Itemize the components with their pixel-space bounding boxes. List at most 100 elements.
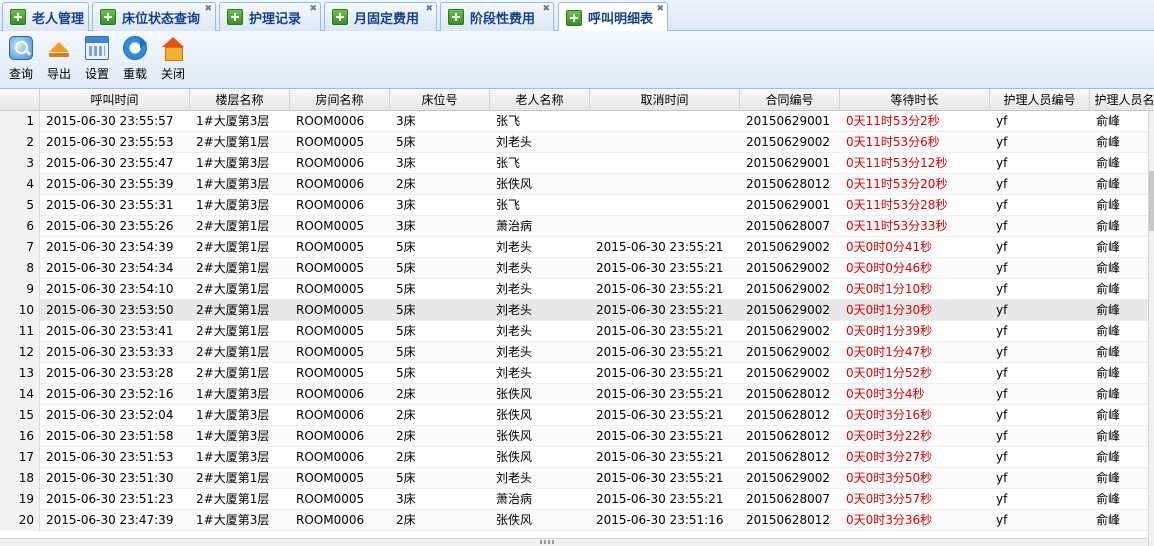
cell-nurse-id: yf xyxy=(996,387,1008,401)
add-icon xyxy=(448,9,464,25)
tab-label: 阶段性费用 xyxy=(470,11,536,27)
cell-room-name: ROOM0005 xyxy=(296,366,365,380)
header-call-time[interactable]: 呼叫时间 xyxy=(40,89,190,111)
cell-contract-number: 20150628012 xyxy=(746,387,830,401)
header-nurse-name[interactable]: 护理人员名 xyxy=(1090,89,1154,111)
table-row[interactable]: 3 2015-06-30 23:55:47 1#大厦第3层 ROOM0006 3床 张飞 2… xyxy=(0,153,1148,174)
settings-label: 设置 xyxy=(84,67,109,81)
header-elder-name[interactable]: 老人名称 xyxy=(490,89,590,111)
header-bed-number[interactable]: 床位号 xyxy=(390,89,490,111)
table-row[interactable]: 8 2015-06-30 23:54:34 2#大厦第1层 ROOM0005 5床 刘老头… xyxy=(0,258,1148,279)
close-icon[interactable]: ✖ xyxy=(542,5,550,14)
cell-nurse-name: 俞峰 xyxy=(1096,156,1121,170)
header-contract-number[interactable]: 合同编号 xyxy=(740,89,840,111)
export-button[interactable]: 导出 xyxy=(41,36,77,86)
table-row[interactable]: 1 2015-06-30 23:55:57 1#大厦第3层 ROOM0006 3床 张飞 2… xyxy=(0,111,1148,132)
table-row[interactable]: 12 2015-06-30 23:53:33 2#大厦第1层 ROOM0005 5床 刘老… xyxy=(0,342,1148,363)
header-room-name[interactable]: 房间名称 xyxy=(290,89,390,111)
cell-row-number: 8 xyxy=(0,258,40,279)
table-row[interactable]: 2 2015-06-30 23:55:53 2#大厦第1层 ROOM0005 5床 刘老头… xyxy=(0,132,1148,153)
cell-wait-duration: 0天0时1分30秒 xyxy=(846,303,933,317)
cell-room-name: ROOM0006 xyxy=(296,177,365,191)
cell-call-time: 2015-06-30 23:51:58 xyxy=(46,429,174,443)
cell-row-number: 9 xyxy=(0,279,40,300)
cell-floor-name: 1#大厦第3层 xyxy=(196,156,270,170)
table-row[interactable]: 18 2015-06-30 23:51:30 2#大厦第1层 ROOM0005 5床 刘老… xyxy=(0,468,1148,489)
cell-nurse-name: 俞峰 xyxy=(1096,471,1121,485)
search-icon xyxy=(9,36,33,60)
cell-room-name: ROOM0005 xyxy=(296,345,365,359)
cell-cancel-time xyxy=(590,132,740,153)
cell-bed-number: 2床 xyxy=(396,513,416,527)
reload-icon xyxy=(123,36,147,60)
tab-monthly-fixed-fees[interactable]: 月固定费用 ✖ xyxy=(324,2,437,31)
table-row[interactable]: 9 2015-06-30 23:54:10 2#大厦第1层 ROOM0005 5床 刘老头… xyxy=(0,279,1148,300)
close-icon[interactable]: ✖ xyxy=(425,5,433,14)
close-button[interactable]: 关闭 xyxy=(155,36,191,86)
tab-label: 床位状态查询 xyxy=(122,11,201,27)
close-icon[interactable]: ✖ xyxy=(204,5,212,14)
search-button[interactable]: 查询 xyxy=(3,36,39,86)
table-row[interactable]: 11 2015-06-30 23:53:41 2#大厦第1层 ROOM0005 5床 刘老… xyxy=(0,321,1148,342)
table-row[interactable]: 20 2015-06-30 23:47:39 1#大厦第3层 ROOM0006 2床 张佚… xyxy=(0,510,1148,531)
tab-call-details[interactable]: 呼叫明细表 ✖ xyxy=(558,2,668,32)
table-row[interactable]: 15 2015-06-30 23:52:04 1#大厦第3层 ROOM0006 2床 张佚… xyxy=(0,405,1148,426)
header-floor-name[interactable]: 楼层名称 xyxy=(190,89,290,111)
cell-wait-duration: 0天0时0分41秒 xyxy=(846,240,933,254)
cell-cancel-time: 2015-06-30 23:55:21 xyxy=(596,240,724,254)
cell-nurse-id: yf xyxy=(996,282,1008,296)
cell-row-number: 20 xyxy=(0,510,40,531)
table-row[interactable]: 4 2015-06-30 23:55:39 1#大厦第3层 ROOM0006 2床 张佚风… xyxy=(0,174,1148,195)
scrollbar-thumb[interactable] xyxy=(1149,171,1154,231)
cell-bed-number: 5床 xyxy=(396,303,416,317)
table-row[interactable]: 6 2015-06-30 23:55:26 2#大厦第1层 ROOM0005 3床 萧治病… xyxy=(0,216,1148,237)
horizontal-scrollbar[interactable] xyxy=(0,538,1148,546)
table-row[interactable]: 10 2015-06-30 23:53:50 2#大厦第1层 ROOM0005 5床 刘老… xyxy=(0,300,1148,321)
cell-row-number: 17 xyxy=(0,447,40,468)
header-wait-duration[interactable]: 等待时长 xyxy=(840,89,990,111)
tab-label: 护理记录 xyxy=(249,11,302,27)
cell-cancel-time xyxy=(590,153,740,174)
cell-floor-name: 2#大厦第1层 xyxy=(196,282,270,296)
vertical-scrollbar[interactable] xyxy=(1148,111,1154,546)
settings-button[interactable]: 设置 xyxy=(79,36,115,86)
cell-room-name: ROOM0005 xyxy=(296,492,365,506)
tab-nursing-records[interactable]: 护理记录 ✖ xyxy=(219,2,321,31)
table-row[interactable]: 16 2015-06-30 23:51:58 1#大厦第3层 ROOM0006 2床 张佚… xyxy=(0,426,1148,447)
table-row[interactable]: 13 2015-06-30 23:53:28 2#大厦第1层 ROOM0005 5床 刘老… xyxy=(0,363,1148,384)
cell-call-time: 2015-06-30 23:53:28 xyxy=(46,366,174,380)
close-icon[interactable]: ✖ xyxy=(309,5,317,14)
cell-wait-duration: 0天11时53分20秒 xyxy=(846,177,948,191)
cell-elder-name: 刘老头 xyxy=(496,471,533,485)
table-row[interactable]: 17 2015-06-30 23:51:53 1#大厦第3层 ROOM0006 2床 张佚… xyxy=(0,447,1148,468)
table-row[interactable]: 19 2015-06-30 23:51:23 2#大厦第1层 ROOM0005 3床 萧治… xyxy=(0,489,1148,510)
tab-bed-status-query[interactable]: 床位状态查询 ✖ xyxy=(92,2,216,31)
cell-bed-number: 5床 xyxy=(396,345,416,359)
cell-cancel-time xyxy=(590,111,740,132)
table-row[interactable]: 7 2015-06-30 23:54:39 2#大厦第1层 ROOM0005 5床 刘老头… xyxy=(0,237,1148,258)
close-icon[interactable]: ✖ xyxy=(656,5,664,14)
cell-cancel-time xyxy=(590,216,740,237)
cell-call-time: 2015-06-30 23:53:50 xyxy=(46,303,174,317)
cell-room-name: ROOM0005 xyxy=(296,240,365,254)
header-nurse-id[interactable]: 护理人员编号 xyxy=(990,89,1090,111)
scrollbar-grip[interactable] xyxy=(540,540,554,544)
cell-floor-name: 2#大厦第1层 xyxy=(196,492,270,506)
table-row[interactable]: 5 2015-06-30 23:55:31 1#大厦第3层 ROOM0006 3床 张飞 2… xyxy=(0,195,1148,216)
tab-elder-management[interactable]: 老人管理 xyxy=(2,2,89,31)
cell-nurse-name: 俞峰 xyxy=(1096,261,1121,275)
table-row[interactable]: 14 2015-06-30 23:52:16 1#大厦第3层 ROOM0006 2床 张佚… xyxy=(0,384,1148,405)
cell-bed-number: 2床 xyxy=(396,429,416,443)
cell-bed-number: 3床 xyxy=(396,198,416,212)
tab-phase-fees[interactable]: 阶段性费用 ✖ xyxy=(440,2,554,31)
cell-contract-number: 20150629001 xyxy=(746,114,830,128)
cell-floor-name: 2#大厦第1层 xyxy=(196,324,270,338)
reload-button[interactable]: 重载 xyxy=(117,36,153,86)
cell-wait-duration: 0天11时53分28秒 xyxy=(846,198,948,212)
header-cancel-time[interactable]: 取消时间 xyxy=(590,89,740,111)
add-icon xyxy=(10,9,26,25)
cell-floor-name: 1#大厦第3层 xyxy=(196,387,270,401)
cell-room-name: ROOM0006 xyxy=(296,156,365,170)
cell-room-name: ROOM0006 xyxy=(296,408,365,422)
cell-floor-name: 2#大厦第1层 xyxy=(196,261,270,275)
